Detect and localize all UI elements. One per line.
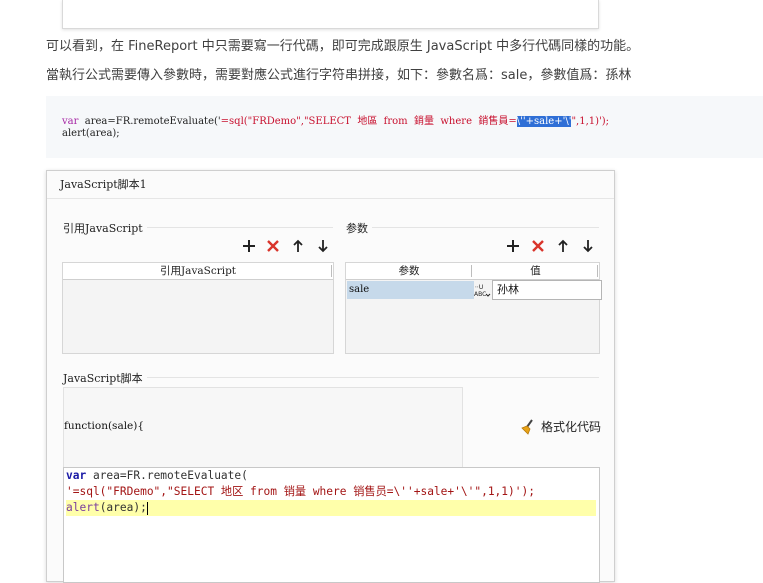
params-section-label: 参数	[346, 220, 372, 236]
script-editor[interactable]: var area=FR.remoteEvaluate( '=sql("FRDem…	[63, 467, 600, 583]
text-cursor	[146, 501, 148, 515]
previous-dialog-fragment	[62, 0, 599, 29]
svg-text:⋅⋅U: ⋅⋅U	[475, 284, 483, 291]
params-name-header: 参数	[346, 263, 472, 280]
selected-text: \''+sale+'\'	[516, 116, 572, 127]
close-icon	[267, 240, 279, 252]
param-value-input[interactable]: 孙林	[492, 280, 602, 300]
script-section-label: JavaScript脚本	[63, 370, 147, 386]
editor-line-2: '=sql("FRDemo","SELECT 地区 from 销量 where …	[66, 485, 535, 498]
params-separator	[346, 227, 599, 228]
dialog-title: JavaScript脚本1	[47, 171, 614, 199]
column-divider	[331, 265, 332, 277]
arrow-up-icon	[293, 239, 303, 252]
move-up-param-button[interactable]	[555, 238, 571, 254]
function-signature: function(sale){	[64, 420, 145, 432]
close-icon	[532, 240, 544, 252]
delete-ref-js-button[interactable]	[265, 238, 281, 254]
arrow-down-icon	[318, 240, 328, 253]
code-line-1: var area=FR.remoteEvaluate('=sql("FRDemo…	[62, 116, 610, 127]
ref-js-column-header: 引用JavaScript	[63, 263, 333, 280]
column-divider	[597, 265, 598, 277]
broom-icon	[521, 418, 533, 435]
add-ref-js-button[interactable]	[241, 238, 257, 254]
format-code-label: 格式化代码	[541, 420, 602, 434]
svg-text:ABC: ABC	[474, 291, 486, 298]
text-type-icon[interactable]: ⋅⋅U ABC	[473, 281, 491, 299]
arrow-up-icon	[558, 239, 568, 252]
function-header-area: function(sale){	[63, 387, 463, 469]
plus-icon	[243, 240, 255, 252]
editor-line-3-current: alert(area);	[66, 500, 596, 516]
ref-js-list[interactable]: 引用JavaScript	[62, 262, 334, 354]
javascript-dialog: JavaScript脚本1 引用JavaScript 引用JavaScript …	[46, 170, 615, 583]
arrow-down-icon	[583, 240, 593, 253]
code-line-2: alert(area);	[62, 128, 120, 139]
editor-line-1: var area=FR.remoteEvaluate(	[66, 469, 248, 482]
plus-icon	[507, 240, 519, 252]
add-param-button[interactable]	[505, 238, 521, 254]
move-down-param-button[interactable]	[580, 238, 596, 254]
code-snippet: var area=FR.remoteEvaluate('=sql("FRDemo…	[46, 96, 763, 158]
params-table[interactable]: 参数 值 sale ⋅⋅U ABC 孙林	[345, 262, 602, 354]
article-paragraph-2: 當執行公式需要傳入參數時，需要對應公式進行字符串拼接，如下：參數名爲：sale，…	[46, 68, 632, 83]
format-code-button[interactable]: 格式化代码	[519, 418, 601, 435]
article-paragraph-1: 可以看到，在 FineReport 中只需要寫一行代碼，即可完成跟原生 Java…	[46, 39, 640, 54]
move-down-ref-js-button[interactable]	[315, 238, 331, 254]
param-name-cell[interactable]: sale	[347, 281, 474, 299]
params-value-header: 值	[472, 263, 599, 280]
move-up-ref-js-button[interactable]	[290, 238, 306, 254]
ref-js-section-label: 引用JavaScript	[63, 220, 147, 236]
delete-param-button[interactable]	[530, 238, 546, 254]
